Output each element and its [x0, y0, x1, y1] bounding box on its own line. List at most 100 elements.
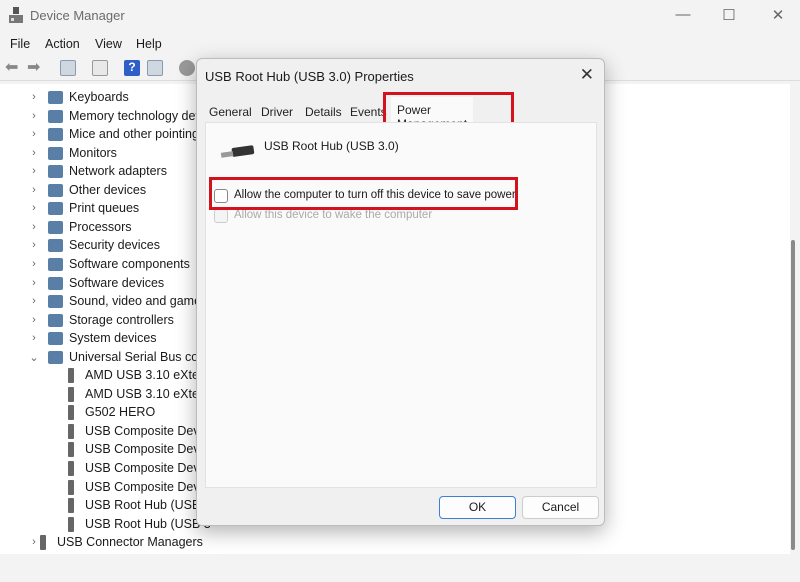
action-pane-icon[interactable] — [147, 60, 163, 76]
usb-icon — [68, 460, 74, 476]
chevron-right-icon[interactable]: › — [28, 128, 40, 140]
tree-item[interactable]: › USB Connector Managers — [28, 533, 203, 551]
cancel-button[interactable]: Cancel — [522, 496, 599, 519]
tree-item-label: USB Composite Devi — [85, 442, 203, 456]
show-hide-console-tree-icon[interactable] — [60, 60, 76, 76]
device-category-icon — [48, 331, 63, 345]
ok-button[interactable]: OK — [439, 496, 516, 519]
allow-wake-label: Allow this device to wake the computer — [234, 209, 433, 221]
tree-item[interactable]: › Print queues — [28, 199, 139, 217]
usb-icon — [68, 386, 74, 402]
chevron-right-icon[interactable]: › — [28, 202, 40, 214]
tab-driver[interactable]: Driver — [261, 101, 293, 123]
tree-item[interactable]: AMD USB 3.10 eXtens — [68, 385, 212, 403]
device-category-icon — [48, 201, 63, 215]
usb-icon — [68, 516, 74, 532]
tree-item[interactable]: USB Composite Devi — [68, 459, 202, 477]
tree-item-label: USB Connector Managers — [57, 535, 203, 549]
usb-icon — [68, 497, 74, 513]
chevron-right-icon[interactable]: › — [28, 277, 40, 289]
tree-item[interactable]: USB Root Hub (USB 3 — [68, 496, 211, 514]
tree-item-label: Processors — [69, 220, 132, 234]
usb-icon — [68, 423, 74, 439]
tree-item-label: USB Root Hub (USB 3 — [85, 498, 211, 512]
tree-item-label: Keyboards — [69, 90, 129, 104]
device-manager-icon — [9, 7, 23, 23]
menu-view[interactable]: View — [95, 37, 122, 51]
chevron-right-icon[interactable]: › — [28, 314, 40, 326]
tree-item[interactable]: › Processors — [28, 218, 132, 236]
tree-item[interactable]: › Storage controllers — [28, 311, 174, 329]
chevron-right-icon[interactable]: › — [28, 295, 40, 307]
forward-icon[interactable]: ➡ — [27, 57, 43, 76]
tree-item[interactable]: › Network adapters — [28, 162, 167, 180]
tree-item[interactable]: USB Composite Devi — [68, 440, 202, 458]
maximize-button[interactable]: ☐ — [714, 6, 744, 24]
tree-item[interactable]: › Software components — [28, 255, 190, 273]
tree-item-label: Print queues — [69, 201, 140, 215]
usb-device-icon — [220, 145, 255, 158]
chevron-right-icon[interactable]: › — [28, 536, 40, 548]
tree-item[interactable]: › Keyboards — [28, 88, 129, 106]
tree-item[interactable]: USB Composite Devi — [68, 422, 202, 440]
tree-item-label: AMD USB 3.10 eXtens — [85, 387, 213, 401]
close-button[interactable]: ✕ — [763, 6, 793, 24]
chevron-right-icon[interactable]: › — [28, 165, 40, 177]
tree-item[interactable]: › Security devices — [28, 236, 160, 254]
menu-file[interactable]: File — [10, 37, 30, 51]
menu-help[interactable]: Help — [136, 37, 162, 51]
tree-item[interactable]: › System devices — [28, 329, 157, 347]
chevron-right-icon[interactable]: › — [28, 332, 40, 344]
tab-events[interactable]: Events — [350, 101, 387, 123]
tree-item-label: Storage controllers — [69, 313, 174, 327]
vertical-scrollbar[interactable] — [789, 84, 797, 554]
allow-wake-checkbox — [214, 209, 228, 223]
device-category-icon — [48, 276, 63, 290]
status-bar — [0, 556, 800, 582]
tree-item[interactable]: ⌄ Universal Serial Bus cont — [28, 348, 209, 366]
device-category-icon — [48, 109, 63, 123]
device-category-icon — [48, 183, 63, 197]
tree-item-label: Universal Serial Bus cont — [69, 350, 209, 364]
chevron-right-icon[interactable]: › — [28, 184, 40, 196]
menu-action[interactable]: Action — [45, 37, 80, 51]
tree-item[interactable]: G502 HERO — [68, 403, 155, 421]
tree-item[interactable]: › Memory technology dev — [28, 107, 202, 125]
chevron-right-icon[interactable]: › — [28, 147, 40, 159]
tree-item[interactable]: › Mice and other pointing — [28, 125, 199, 143]
chevron-right-icon[interactable]: › — [28, 91, 40, 103]
scan-hardware-icon[interactable] — [179, 60, 195, 76]
properties-icon[interactable] — [92, 60, 108, 76]
chevron-right-icon[interactable]: › — [28, 239, 40, 251]
device-name: USB Root Hub (USB 3.0) — [264, 139, 399, 153]
tree-item-label: AMD USB 3.10 eXtens — [85, 368, 213, 382]
tree-item[interactable]: › Other devices — [28, 181, 146, 199]
tree-item-label: System devices — [69, 331, 157, 345]
tree-item-label: G502 HERO — [85, 405, 156, 419]
device-category-icon — [48, 164, 63, 178]
tree-item[interactable]: › Software devices — [28, 274, 164, 292]
device-category-icon — [48, 220, 63, 234]
tree-item[interactable]: USB Root Hub (USB 3 — [68, 515, 211, 533]
chevron-right-icon[interactable]: › — [28, 258, 40, 270]
usb-icon — [68, 367, 74, 383]
tab-general[interactable]: General — [209, 101, 252, 123]
tree-item[interactable]: › Monitors — [28, 144, 117, 162]
tree-item[interactable]: USB Composite Devi — [68, 478, 202, 496]
help-icon[interactable]: ? — [124, 60, 140, 76]
dialog-title: USB Root Hub (USB 3.0) Properties — [205, 69, 414, 84]
chevron-right-icon[interactable]: › — [28, 110, 40, 122]
minimize-button[interactable]: — — [668, 6, 698, 23]
back-icon[interactable]: ⬅ — [5, 57, 21, 76]
chevron-right-icon[interactable]: › — [28, 221, 40, 233]
dialog-close-button[interactable]: ✕ — [580, 65, 594, 85]
chevron-down-icon[interactable]: ⌄ — [28, 351, 40, 364]
tree-item[interactable]: AMD USB 3.10 eXtens — [68, 366, 212, 384]
device-category-icon — [48, 90, 63, 104]
scrollbar-thumb[interactable] — [791, 240, 795, 550]
tree-item[interactable]: › Sound, video and game — [28, 292, 201, 310]
usb-icon — [68, 404, 74, 420]
usb-icon — [68, 479, 74, 495]
device-category-icon — [48, 257, 63, 271]
tab-details[interactable]: Details — [305, 101, 342, 123]
